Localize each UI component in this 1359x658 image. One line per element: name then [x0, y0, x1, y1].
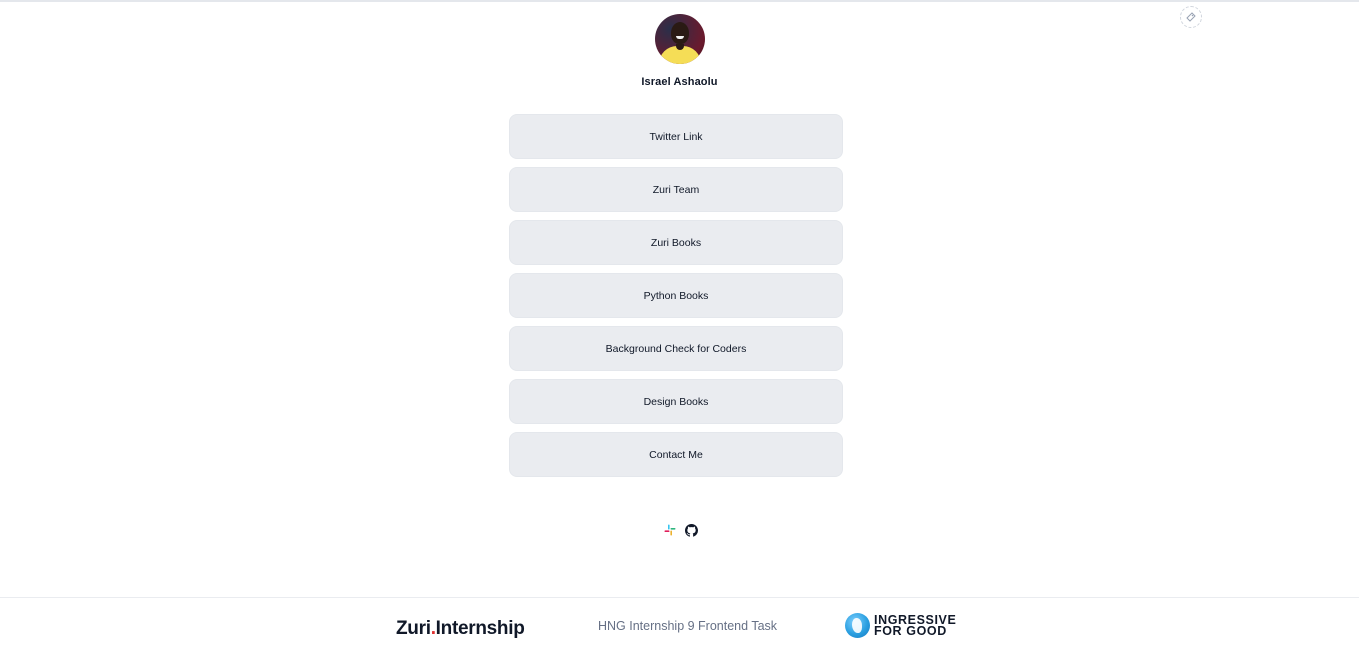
github-icon[interactable]: [685, 523, 699, 537]
link-python-books[interactable]: Python Books: [509, 273, 843, 318]
footer: Zuri.Internship HNG Internship 9 Fronten…: [0, 597, 1359, 658]
link-twitter[interactable]: Twitter Link: [509, 114, 843, 159]
footer-caption: HNG Internship 9 Frontend Task: [598, 619, 778, 633]
links-list: Twitter Link Zuri Team Zuri Books Python…: [509, 114, 843, 477]
link-zuri-books[interactable]: Zuri Books: [509, 220, 843, 265]
link-background-check[interactable]: Background Check for Coders: [509, 326, 843, 371]
top-divider: [0, 0, 1359, 2]
link-design-books[interactable]: Design Books: [509, 379, 843, 424]
zuri-internship-logo: Zuri.Internship: [396, 618, 525, 639]
globe-icon: [845, 613, 870, 638]
slack-icon[interactable]: [663, 523, 677, 537]
ingressive-for-good-logo: INGRESSIVE FOR GOOD: [845, 613, 956, 638]
social-links: [0, 523, 1359, 537]
profile-name: Israel Ashaolu: [641, 76, 718, 88]
partner-line-2: FOR GOOD: [874, 623, 947, 638]
avatar: [654, 14, 705, 64]
link-zuri-team[interactable]: Zuri Team: [509, 167, 843, 212]
profile-header: Israel Ashaolu: [0, 14, 1359, 88]
link-contact-me[interactable]: Contact Me: [509, 432, 843, 477]
